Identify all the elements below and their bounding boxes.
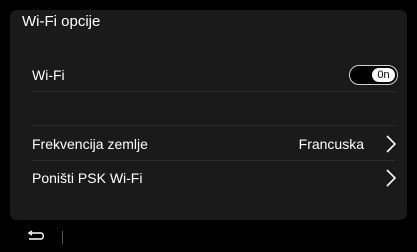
country-frequency-row[interactable]: Frekvencija zemlje Francuska — [10, 127, 407, 161]
reset-psk-label: Poništi PSK Wi-Fi — [32, 170, 143, 186]
chevron-right-icon — [386, 169, 397, 187]
bar-divider — [62, 231, 63, 244]
wifi-toggle[interactable]: 0n — [349, 65, 398, 85]
back-arrow-icon[interactable] — [26, 230, 46, 244]
country-row-top-spacer — [10, 92, 407, 126]
country-frequency-label: Frekvencija zemlje — [32, 136, 148, 152]
wifi-toggle-row[interactable]: Wi-Fi 0n — [10, 58, 407, 92]
country-frequency-value: Francuska — [298, 136, 364, 152]
wifi-label: Wi-Fi — [32, 67, 65, 83]
bottom-bar — [10, 222, 407, 252]
chevron-right-icon — [386, 135, 397, 153]
reset-psk-row[interactable]: Poništi PSK Wi-Fi — [10, 161, 407, 195]
page-title: Wi-Fi opcije — [22, 13, 101, 30]
row-divider — [32, 125, 395, 126]
screen: Wi-Fi opcije Wi-Fi 0n Frekvencija zemlje… — [0, 0, 417, 252]
wifi-toggle-state: 0n — [372, 68, 395, 82]
